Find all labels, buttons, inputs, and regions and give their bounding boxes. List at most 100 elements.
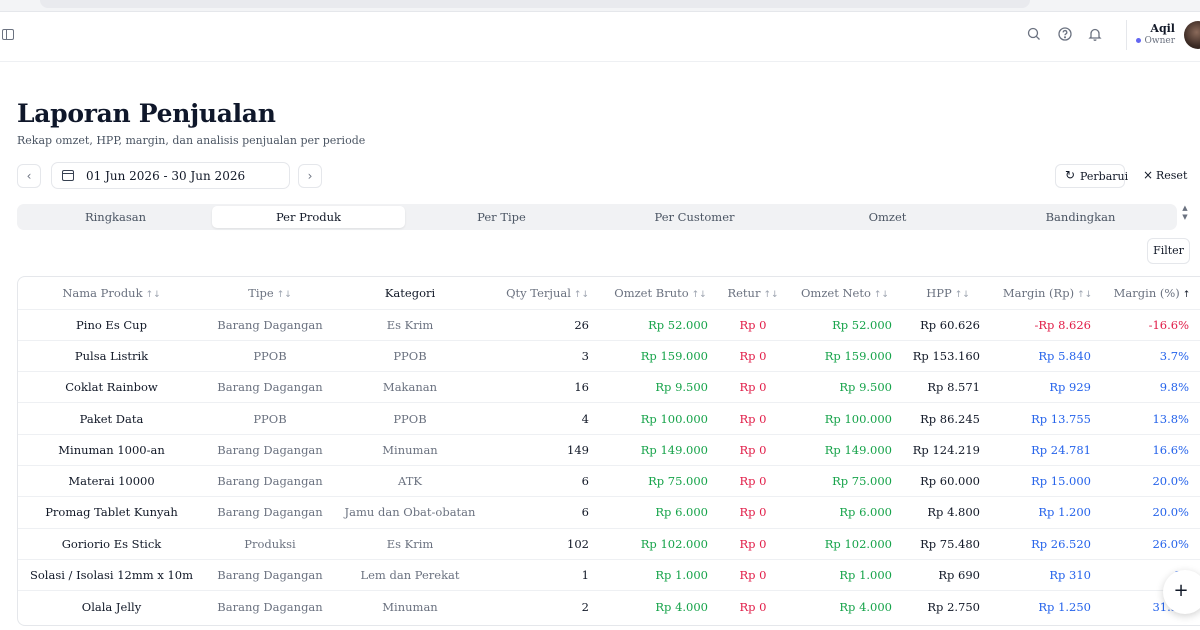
cell-retur: Rp 0 (739, 505, 767, 520)
col-tipe[interactable]: Tipe ↑↓ (205, 277, 335, 309)
cell-omzet-bruto: Rp 159.000 (640, 348, 708, 363)
search-icon[interactable] (1026, 26, 1042, 42)
cell-tipe: Barang Dagangan (217, 442, 323, 457)
cell-retur: Rp 0 (739, 568, 767, 583)
browser-url-bar[interactable] (40, 0, 1030, 8)
cell-retur: Rp 0 (739, 474, 767, 489)
cell-hpp: Rp 8.571 (927, 380, 980, 395)
cell-qty: 102 (567, 536, 589, 551)
tab-per-produk[interactable]: Per Produk (212, 206, 405, 228)
sort-icon: ↑↓ (145, 289, 161, 300)
cell-omzet-neto: Rp 52.000 (832, 317, 892, 332)
table-row[interactable]: Goriorio Es Stick Produksi Es Krim 102 Rp 10… (18, 528, 1200, 559)
calendar-icon (62, 170, 74, 181)
cell-hpp: Rp 60.000 (920, 474, 980, 489)
col-tipe-label: Tipe (248, 285, 274, 300)
col-kategori-label: Kategori (384, 285, 436, 300)
cell-margin-rp: Rp 5.840 (1038, 348, 1091, 363)
bell-icon[interactable] (1087, 26, 1103, 42)
sort-icon: ↑↓ (691, 289, 707, 300)
tab-per-tipe[interactable]: Per Tipe (405, 206, 598, 228)
cell-nama-produk: Olala Jelly (81, 599, 142, 614)
cell-hpp: Rp 2.750 (927, 599, 980, 614)
col-margin-pct-label: Margin (%) (1113, 285, 1180, 300)
tab-ringkasan[interactable]: Ringkasan (19, 206, 212, 228)
cell-hpp: Rp 4.800 (927, 505, 980, 520)
sort-icon: ↑↓ (1077, 289, 1093, 300)
table-row[interactable]: Solasi / Isolasi 12mm x 10m Barang Dagang… (18, 559, 1200, 590)
sort-icon: ↑↓ (763, 289, 779, 300)
col-omzet-neto[interactable]: Omzet Neto ↑↓ (786, 277, 904, 309)
cell-hpp: Rp 75.480 (920, 536, 980, 551)
tab-scroll-arrows[interactable]: ▲ ▼ (1180, 204, 1190, 230)
reset-button[interactable]: × Reset (1138, 164, 1188, 188)
cell-margin-pct: 26.0% (1152, 536, 1189, 551)
tab-omzet[interactable]: Omzet (791, 206, 984, 228)
cell-tipe: Barang Dagangan (217, 505, 323, 520)
col-qty-terjual[interactable]: Qty Terjual ↑↓ (485, 277, 601, 309)
add-button[interactable]: + (1163, 570, 1200, 614)
cell-nama-produk: Goriorio Es Stick (61, 536, 162, 551)
cell-retur: Rp 0 (739, 599, 767, 614)
cell-hpp: Rp 124.219 (912, 442, 980, 457)
report-tabs: Ringkasan Per Produk Per Tipe Per Custom… (17, 204, 1177, 230)
col-hpp-label: HPP (926, 285, 952, 300)
table-row[interactable]: Promag Tablet Kunyah Barang Dagangan Jamu … (18, 496, 1200, 528)
cell-kategori: Lem dan Perekat (360, 568, 460, 583)
col-omzet-bruto-label: Omzet Bruto (614, 285, 689, 300)
cell-margin-rp: Rp 15.000 (1031, 474, 1091, 489)
col-omzet-bruto[interactable]: Omzet Bruto ↑↓ (601, 277, 720, 309)
table-row[interactable]: Pino Es Cup Barang Dagangan Es Krim 26 Rp 52… (18, 309, 1200, 340)
cell-margin-rp: Rp 13.755 (1031, 411, 1091, 426)
table-row[interactable]: Olala Jelly Barang Dagangan Minuman 2 Rp 4.0… (18, 590, 1200, 622)
refresh-icon: ↻ (1065, 168, 1076, 182)
col-nama-produk[interactable]: Nama Produk ↑↓ (18, 277, 205, 309)
cell-tipe: Produksi (244, 536, 296, 551)
date-range-picker[interactable]: 01 Jun 2026 - 30 Jun 2026 (51, 162, 290, 189)
cell-kategori: Minuman (382, 599, 438, 614)
table-row[interactable]: Materai 10000 Barang Dagangan ATK 6 Rp 75.00… (18, 465, 1200, 496)
cell-omzet-neto: Rp 1.000 (839, 568, 892, 583)
previous-period-button[interactable]: ‹ (17, 164, 41, 188)
cell-margin-pct: 9.8% (1159, 380, 1189, 395)
cell-margin-rp: Rp 929 (1049, 380, 1091, 395)
cell-margin-rp: Rp 24.781 (1031, 442, 1091, 457)
cell-margin-pct: 20.0% (1152, 505, 1189, 520)
reset-label: Reset (1156, 169, 1188, 182)
cell-tipe: PPOB (253, 348, 287, 363)
cell-nama-produk: Pino Es Cup (76, 317, 147, 332)
cell-margin-pct: 20.0% (1152, 474, 1189, 489)
table-row[interactable]: Paket Data PPOB PPOB 4 Rp 100.000 Rp 0 Rp 100.… (18, 402, 1200, 434)
sidebar-toggle-icon[interactable] (2, 29, 14, 40)
tab-per-customer[interactable]: Per Customer (598, 206, 791, 228)
chevron-right-icon: › (307, 169, 313, 183)
cell-omzet-neto: Rp 9.500 (839, 380, 892, 395)
cell-nama-produk: Promag Tablet Kunyah (45, 505, 178, 520)
chevron-left-icon: ‹ (26, 169, 32, 183)
cell-omzet-bruto: Rp 100.000 (640, 411, 708, 426)
table-row[interactable]: Coklat Rainbow Barang Dagangan Makanan 16 Rp… (18, 371, 1200, 403)
col-retur[interactable]: Retur ↑↓ (720, 277, 786, 309)
col-margin-pct[interactable]: Margin (%) ↑ (1103, 277, 1200, 309)
refresh-button[interactable]: ↻ Perbarui (1055, 164, 1129, 188)
cell-retur: Rp 0 (739, 411, 767, 426)
col-kategori: Kategori (335, 277, 485, 309)
col-hpp[interactable]: HPP ↑↓ (904, 277, 992, 309)
cell-omzet-neto: Rp 149.000 (824, 442, 892, 457)
next-period-button[interactable]: › (298, 164, 322, 188)
cell-nama-produk: Materai 10000 (68, 474, 155, 489)
cell-tipe: Barang Dagangan (217, 380, 323, 395)
status-dot (1136, 38, 1142, 43)
avatar[interactable] (1184, 21, 1200, 49)
cell-qty: 16 (574, 380, 589, 395)
cell-margin-pct: 16.6% (1152, 442, 1189, 457)
help-icon[interactable] (1057, 26, 1073, 42)
filter-button[interactable]: Filter (1147, 238, 1190, 264)
cell-margin-pct: 13.8% (1152, 411, 1189, 426)
col-margin-rp[interactable]: Margin (Rp) ↑↓ (992, 277, 1103, 309)
table-row[interactable]: Minuman 1000-an Barang Dagangan Minuman 149… (18, 434, 1200, 465)
tab-bandingkan[interactable]: Bandingkan (984, 206, 1177, 228)
refresh-label: Perbarui (1080, 170, 1129, 183)
table-row[interactable]: Pulsa Listrik PPOB PPOB 3 Rp 159.000 Rp 0 Rp 1… (18, 340, 1200, 371)
cell-qty: 6 (581, 505, 589, 520)
